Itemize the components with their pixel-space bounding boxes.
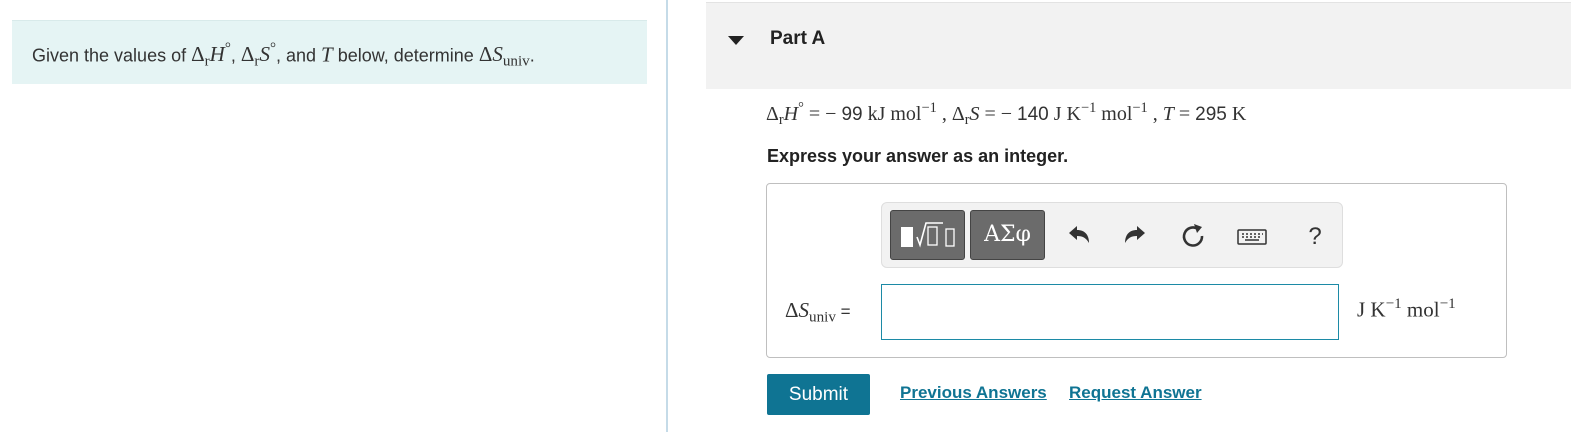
greek-symbols-button[interactable]: ΑΣφ bbox=[970, 210, 1045, 260]
problem-intro-panel: Given the values of ΔrH°, ΔrS°, and T be… bbox=[12, 20, 647, 84]
answer-unit: J K−1 mol−1 bbox=[1357, 296, 1456, 322]
answer-input[interactable] bbox=[881, 284, 1339, 340]
part-title: Part A bbox=[770, 28, 826, 49]
delta-h-symbol: ΔrH° bbox=[191, 41, 231, 70]
submit-button[interactable]: Submit bbox=[767, 374, 870, 415]
panel-divider bbox=[666, 0, 668, 432]
given-values: ΔrH° = − 99 kJ mol−1 , ΔrS = − 140 J K−1… bbox=[766, 100, 1247, 129]
math-toolbar: ΑΣφ ? bbox=[881, 202, 1343, 268]
templates-icon bbox=[901, 222, 955, 248]
previous-answers-link[interactable]: Previous Answers bbox=[900, 383, 1047, 403]
redo-icon[interactable] bbox=[1120, 220, 1150, 252]
delta-h-value: 99 bbox=[841, 103, 863, 125]
answer-box: ΑΣφ ? ΔSuniv = J K−1 mol−1 bbox=[766, 183, 1507, 358]
collapse-caret-icon[interactable] bbox=[728, 36, 744, 45]
temperature-symbol: T bbox=[321, 42, 333, 67]
help-button[interactable]: ? bbox=[1300, 221, 1330, 253]
delta-s-univ-symbol: ΔSuniv bbox=[478, 42, 530, 70]
answer-label: ΔSuniv = bbox=[785, 298, 851, 326]
temperature-value: 295 bbox=[1195, 103, 1227, 125]
delta-s-value: 140 bbox=[1017, 103, 1049, 125]
undo-icon[interactable] bbox=[1064, 220, 1094, 252]
templates-button[interactable] bbox=[890, 210, 965, 260]
problem-intro-text: Given the values of ΔrH°, ΔrS°, and T be… bbox=[32, 41, 535, 70]
delta-s-symbol: ΔrS° bbox=[240, 41, 276, 70]
keyboard-icon[interactable] bbox=[1236, 220, 1268, 252]
part-a-header[interactable]: Part A bbox=[706, 2, 1571, 89]
answer-instruction: Express your answer as an integer. bbox=[767, 146, 1069, 166]
reset-icon[interactable] bbox=[1178, 220, 1208, 252]
request-answer-link[interactable]: Request Answer bbox=[1069, 383, 1202, 403]
